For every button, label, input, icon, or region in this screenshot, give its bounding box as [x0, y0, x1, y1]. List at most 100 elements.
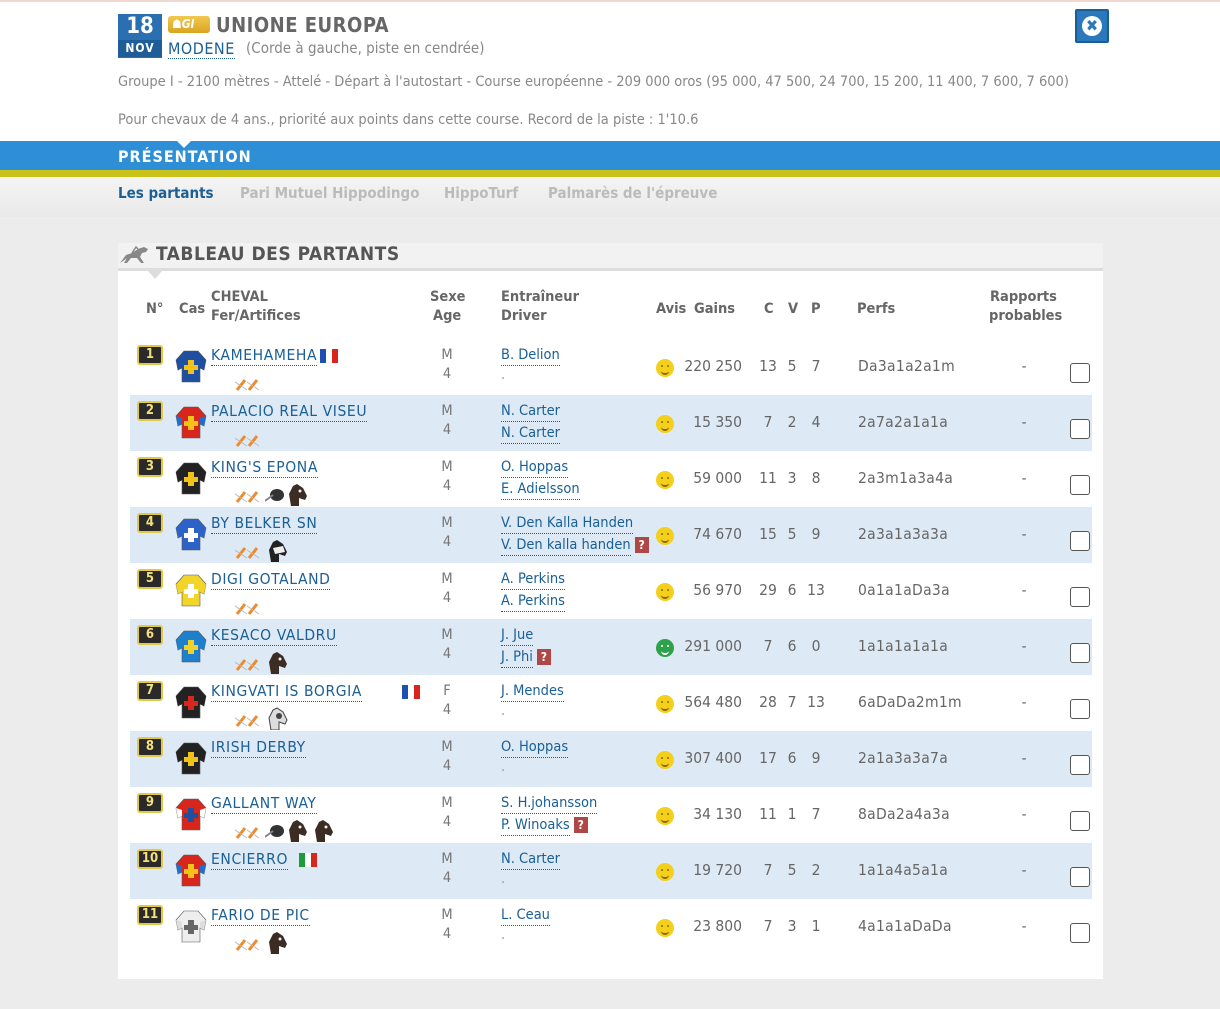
- trainer-link[interactable]: A. Perkins: [501, 570, 565, 590]
- france-flag-icon: [402, 685, 421, 699]
- horse-name-link[interactable]: KESACO VALDRU: [211, 626, 337, 646]
- trainer-link[interactable]: J. Mendes: [501, 682, 564, 702]
- trainer-link[interactable]: B. Delion: [501, 346, 560, 366]
- runner-checkbox[interactable]: [1070, 531, 1090, 551]
- horse-name-link[interactable]: FARIO DE PIC: [211, 906, 310, 926]
- horseshoe-removed-icon: [235, 659, 260, 671]
- driver-link[interactable]: N. Carter: [501, 424, 561, 444]
- victories-count: 1: [787, 805, 797, 823]
- help-icon[interactable]: ?: [634, 537, 649, 553]
- gains: 564 480: [684, 693, 742, 711]
- horseshoe-removed-icon: [235, 827, 260, 839]
- driver-link[interactable]: A. Perkins: [501, 592, 565, 612]
- header-age: Age: [433, 308, 462, 324]
- courses-count: 13: [759, 357, 777, 375]
- bit-icon: [265, 489, 284, 502]
- tab-pari-mutuel[interactable]: Pari Mutuel Hippodingo: [240, 184, 419, 202]
- venue-link[interactable]: MODENE: [168, 39, 235, 59]
- trainer-link[interactable]: S. H.johansson: [501, 794, 598, 814]
- tab-les-partants[interactable]: Les partants: [118, 184, 214, 202]
- horse-name-link[interactable]: KAMEHAMEHA: [211, 346, 318, 366]
- runner-number: 9: [137, 793, 163, 813]
- horse-name-link[interactable]: DIGI GOTALAND: [211, 570, 331, 590]
- jockey-jacket-icon: [175, 742, 207, 775]
- runner-number: 6: [137, 625, 163, 645]
- date-badge: 18 NOV: [118, 14, 162, 58]
- probable-odds: -: [1021, 469, 1027, 487]
- race-conditions: Groupe I - 2100 mètres - Attelé - Départ…: [118, 74, 1069, 90]
- help-icon[interactable]: ?: [573, 817, 588, 833]
- horse-name-link[interactable]: KINGVATI IS BORGIA: [211, 682, 363, 702]
- driver-link[interactable]: E. Adielsson: [501, 480, 580, 500]
- gains: 56 970: [693, 581, 742, 599]
- trainer-driver: S. H.johansson P. Winoaks?: [501, 794, 598, 836]
- runner-checkbox[interactable]: [1070, 475, 1090, 495]
- victories-count: 6: [787, 581, 797, 599]
- horse-head-icon: [269, 932, 287, 954]
- runner-checkbox[interactable]: [1070, 419, 1090, 439]
- panel-title: TABLEAU DES PARTANTS: [156, 243, 400, 265]
- horse-name-link[interactable]: BY BELKER SN: [211, 514, 318, 534]
- horse-sex: M4: [441, 627, 453, 662]
- runner-checkbox[interactable]: [1070, 755, 1090, 775]
- trainer-link[interactable]: O. Hoppas: [501, 458, 569, 478]
- driver-link[interactable]: P. Winoaks: [501, 816, 570, 836]
- header-cheval: CHEVAL: [211, 289, 268, 305]
- runner-checkbox[interactable]: [1070, 923, 1090, 943]
- close-button[interactable]: ✖: [1075, 9, 1109, 43]
- places-count: 4: [811, 413, 821, 431]
- trainer-link[interactable]: N. Carter: [501, 850, 561, 870]
- france-flag-icon: [320, 349, 338, 363]
- runner-checkbox[interactable]: [1070, 867, 1090, 887]
- header-rapports: Rapports: [990, 289, 1057, 305]
- panel-pointer: [148, 271, 162, 279]
- victories-count: 6: [787, 637, 797, 655]
- trainer-link[interactable]: L. Ceau: [501, 906, 550, 926]
- probable-odds: -: [1021, 693, 1027, 711]
- driver-placeholder: .: [501, 871, 506, 887]
- trainer-link[interactable]: N. Carter: [501, 402, 561, 422]
- runner-checkbox[interactable]: [1070, 587, 1090, 607]
- gains: 59 000: [693, 469, 742, 487]
- horse-name-link[interactable]: GALLANT WAY: [211, 794, 317, 814]
- victories-count: 5: [787, 861, 797, 879]
- help-icon[interactable]: ?: [536, 649, 551, 665]
- runner-checkbox[interactable]: [1070, 363, 1090, 383]
- tab-hippoturf[interactable]: HippoTurf: [444, 184, 518, 202]
- probable-odds: -: [1021, 917, 1027, 935]
- header-fer: Fer/Artifices: [211, 308, 301, 324]
- horseshoe-removed-icon: [235, 603, 260, 615]
- runner-number: 1: [137, 345, 163, 365]
- horse-sex: M4: [441, 851, 453, 886]
- driver-link[interactable]: J. Phi: [501, 648, 533, 668]
- places-count: 8: [811, 469, 821, 487]
- trainer-link[interactable]: O. Hoppas: [501, 738, 569, 758]
- tab-palmares[interactable]: Palmarès de l'épreuve: [548, 184, 717, 202]
- horse-name-link[interactable]: PALACIO REAL VISEU: [211, 402, 368, 422]
- places-count: 13: [807, 693, 825, 711]
- trainer-driver: O. Hoppas E. Adielsson: [501, 458, 580, 500]
- avis-smiley-icon: [656, 583, 674, 601]
- driver-link[interactable]: V. Den kalla handen: [501, 536, 631, 556]
- trainer-driver: V. Den Kalla Handen V. Den kalla handen?: [501, 514, 649, 556]
- header-num: N°: [146, 301, 164, 317]
- trainer-link[interactable]: J. Jue: [501, 626, 534, 646]
- runner-checkbox[interactable]: [1070, 699, 1090, 719]
- driver-placeholder: .: [501, 759, 506, 775]
- runner-checkbox[interactable]: [1070, 811, 1090, 831]
- runner-checkbox[interactable]: [1070, 643, 1090, 663]
- trainer-link[interactable]: V. Den Kalla Handen: [501, 514, 634, 534]
- places-count: 9: [811, 749, 821, 767]
- horse-head-icon: [289, 820, 307, 842]
- horse-name-link[interactable]: KING'S EPONA: [211, 458, 318, 478]
- probable-odds: -: [1021, 525, 1027, 543]
- horse-name-link[interactable]: ENCIERRO: [211, 850, 289, 870]
- jockey-jacket-icon: [175, 462, 207, 495]
- courses-count: 15: [759, 525, 777, 543]
- horse-sex: M4: [441, 347, 453, 382]
- race-header: 18 NOV ☗GI UNIONE EUROPA MODENE (Corde à…: [0, 2, 1220, 141]
- horse-name-link[interactable]: IRISH DERBY: [211, 738, 306, 758]
- venue-detail: (Corde à gauche, piste en cendrée): [246, 39, 485, 57]
- jockey-jacket-icon: [175, 406, 207, 439]
- header-gains: Gains: [694, 301, 736, 317]
